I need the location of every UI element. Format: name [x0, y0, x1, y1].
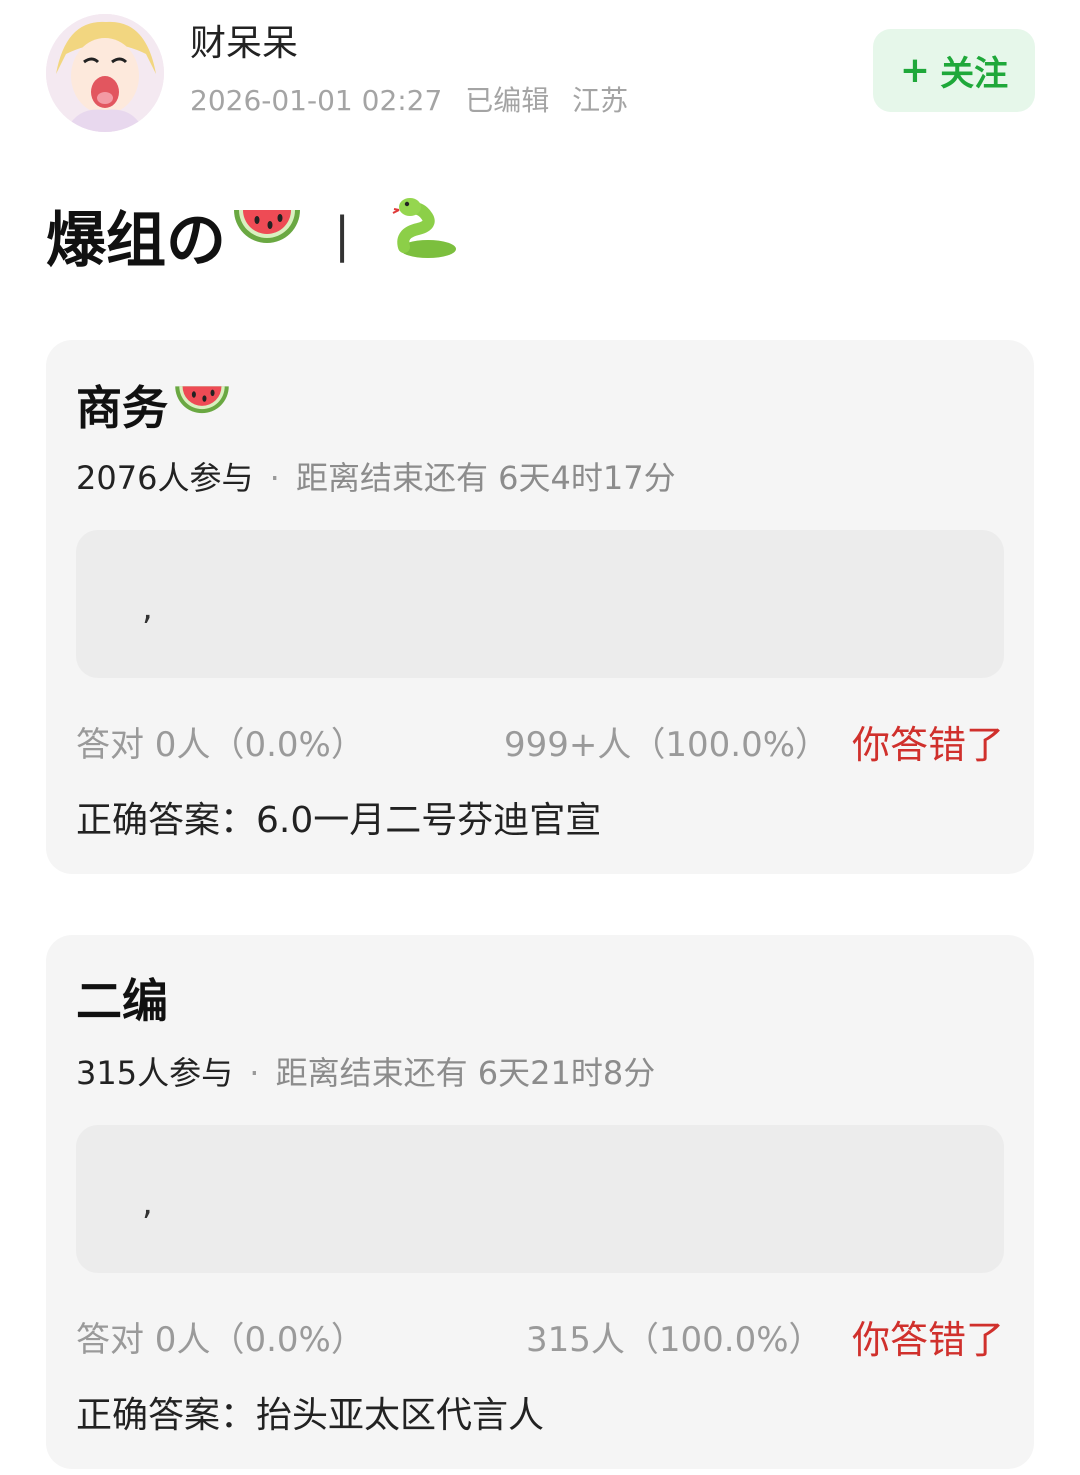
participant-count: 2076人参与	[76, 459, 254, 497]
watermelon-icon	[172, 376, 232, 440]
poll-option[interactable]: ,	[76, 1125, 1004, 1273]
post-meta: 2026-01-01 02:27 已编辑 江苏	[190, 80, 642, 122]
location: 江苏	[572, 84, 629, 117]
poll-title-text: 商务	[76, 381, 168, 435]
time-remaining: 距离结束还有 6天21时8分	[275, 1054, 656, 1092]
follow-button[interactable]: + 关注	[873, 29, 1035, 112]
post-header: 财呆呆 2026-01-01 02:27 已编辑 江苏 + 关注	[0, 0, 1080, 160]
edited-label: 已编辑	[465, 84, 550, 117]
result-wrong: 你答错了	[851, 723, 1004, 767]
post-title-text: 爆组の	[46, 205, 226, 276]
poll-card: 商务 2076人参与 · 距离结束还有 6天4时17分 , 答对 0人（0.0%…	[46, 340, 1034, 874]
follow-label: 关注	[940, 54, 1009, 94]
correct-answer: 正确答案：抬头亚太区代言人	[76, 1395, 545, 1436]
plus-icon: +	[899, 50, 931, 91]
poll-title-text: 二编	[76, 974, 168, 1028]
option-text: ,	[142, 588, 153, 628]
other-count: 999+人（100.0%）	[504, 725, 830, 765]
post-title: 爆组の |	[46, 193, 460, 278]
snake-icon	[390, 193, 460, 278]
poll-card: 二编 315人参与 · 距离结束还有 6天21时8分 , 答对 0人（0.0%）…	[46, 935, 1034, 1469]
poll-title: 商务	[76, 376, 232, 440]
poll-info: 315人参与 · 距离结束还有 6天21时8分	[76, 1051, 655, 1095]
poll-info: 2076人参与 · 距离结束还有 6天4时17分	[76, 456, 676, 500]
poll-stats: 答对 0人（0.0%） 315人（100.0%） 你答错了	[76, 1315, 1004, 1365]
poll-title: 二编	[76, 971, 168, 1031]
other-count: 315人（100.0%）	[526, 1320, 823, 1360]
time-remaining: 距离结束还有 6天4时17分	[295, 459, 676, 497]
username[interactable]: 财呆呆	[190, 18, 298, 70]
info-dot: ·	[249, 1054, 260, 1092]
poll-stats: 答对 0人（0.0%） 999+人（100.0%） 你答错了	[76, 720, 1004, 770]
result-wrong: 你答错了	[851, 1318, 1004, 1362]
poll-option[interactable]: ,	[76, 530, 1004, 678]
correct-count: 答对 0人（0.0%）	[76, 1320, 365, 1360]
correct-answer: 正确答案：6.0一月二号芬迪官宣	[76, 800, 602, 841]
participant-count: 315人参与	[76, 1054, 234, 1092]
info-dot: ·	[269, 459, 280, 497]
avatar[interactable]	[46, 14, 164, 132]
avatar-image	[46, 14, 164, 132]
option-text: ,	[142, 1183, 153, 1223]
title-separator: |	[334, 207, 351, 263]
watermelon-icon	[230, 198, 304, 273]
timestamp: 2026-01-01 02:27	[190, 84, 443, 117]
correct-count: 答对 0人（0.0%）	[76, 725, 365, 765]
